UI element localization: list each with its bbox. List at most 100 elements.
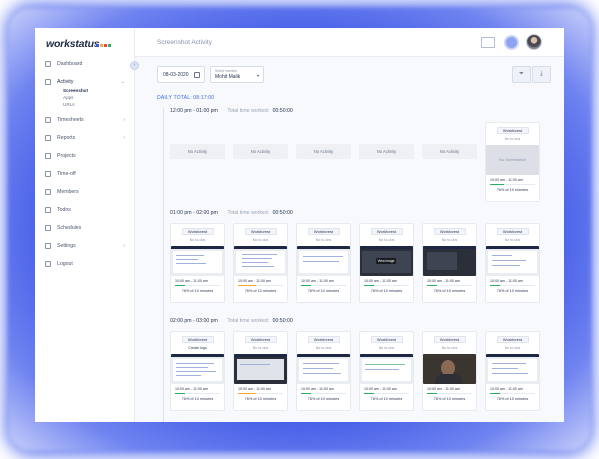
screenshot-thumbnail[interactable] xyxy=(360,354,413,384)
daily-total: DAILY TOTAL: 08:17:00 xyxy=(157,95,215,101)
no-activity-placeholder: No Activity xyxy=(233,144,288,159)
app-logo[interactable]: workstatus xyxy=(46,38,100,50)
screenshot-card[interactable]: Workforest No to-dos 10:00 am - 11:00 am… xyxy=(233,223,288,303)
sidebar-item-label: Logout xyxy=(57,261,73,267)
hour-block: 02:00 pm - 03:00 pm Total time worked: 0… xyxy=(163,318,562,422)
project-badge: Workforest xyxy=(370,228,403,235)
member-select[interactable]: Select member Mohit Malik ▾ xyxy=(210,66,264,83)
worked-value: 00:50:00 xyxy=(272,318,293,324)
screenshot-thumbnail[interactable] xyxy=(486,246,539,276)
screenshot-card[interactable]: Workforest No to-dos 10:00 am - 11:00 am… xyxy=(485,223,540,303)
activity-progress xyxy=(364,285,409,287)
screenshot-thumbnail[interactable] xyxy=(297,246,350,276)
sidebar-item-settings[interactable]: Settings › xyxy=(35,237,135,255)
sidebar-item-dashboard[interactable]: Dashboard xyxy=(35,55,135,73)
todo-text: No to-dos xyxy=(441,238,458,242)
worked-label: Total time worked: xyxy=(227,108,270,114)
todo-text: No to-dos xyxy=(189,238,206,242)
sidebar-item-label: Projects xyxy=(57,153,76,159)
hour-block-header: 02:00 pm - 03:00 pm Total time worked: 0… xyxy=(170,318,293,324)
worked-label: Total time worked: xyxy=(227,318,270,324)
project-badge: Workforest xyxy=(370,336,403,343)
screenshot-card[interactable]: Workforest Create logo 10:00 am - 11:00 … xyxy=(170,331,225,411)
chevron-down-icon: ⌄ xyxy=(120,79,125,85)
filter-icon: ⏷ xyxy=(519,71,524,77)
activity-progress xyxy=(427,285,472,287)
screenshot-thumbnail[interactable] xyxy=(486,354,539,384)
time-range: 10:00 am - 11:00 am xyxy=(490,387,523,391)
sidebar-item-label: Activity xyxy=(57,79,74,85)
sidebar-item-logout[interactable]: Logout xyxy=(35,255,135,273)
todo-text: Create logo xyxy=(188,346,207,350)
main-content: Screenshot Activity 08-03-2020 Select me… xyxy=(135,28,564,422)
screenshot-card[interactable]: Workforest No to-dos View image 10:00 am… xyxy=(359,223,414,303)
chevron-right-icon: › xyxy=(123,117,125,123)
card-row: Workforest Create logo 10:00 am - 11:00 … xyxy=(170,331,540,411)
sidebar-item-timesheets[interactable]: Timesheets › xyxy=(35,111,135,129)
screenshot-card[interactable]: Workforest No to-dos 10:00 am - 11:00 am… xyxy=(422,223,477,303)
screenshot-thumbnail[interactable] xyxy=(234,246,287,276)
sidebar-item-reports[interactable]: Reports › xyxy=(35,129,135,147)
time-range: 10:00 am - 11:00 am xyxy=(427,387,460,391)
sidebar-item-time-off[interactable]: Time-off xyxy=(35,165,135,183)
collapse-sidebar-button[interactable]: ‹ xyxy=(130,61,139,70)
screenshot-card[interactable]: Workforest No to-dos 10:00 am - 11:00 am… xyxy=(422,331,477,411)
timesheets-icon xyxy=(45,117,51,123)
top-bar: Screenshot Activity xyxy=(135,28,564,57)
project-badge: Workforest xyxy=(433,228,466,235)
screenshot-card[interactable]: Workforest No to-dos No Screenshot 10:00… xyxy=(485,122,540,202)
date-picker[interactable]: 08-03-2020 xyxy=(157,66,205,83)
activity-progress xyxy=(490,285,535,287)
todo-text: No to-dos xyxy=(504,346,521,350)
worked-value: 00:50:00 xyxy=(272,108,293,114)
screenshot-thumbnail[interactable] xyxy=(423,246,476,276)
no-activity-placeholder: No Activity xyxy=(296,144,351,159)
screenshot-thumbnail[interactable] xyxy=(423,354,476,384)
sidebar-item-label: Schedules xyxy=(57,225,82,231)
card-row: No Activity No Activity No Activity No A… xyxy=(170,122,540,202)
activity-percent: 76% of 10 minutes xyxy=(370,289,403,294)
export-button[interactable]: ⤓ xyxy=(532,66,551,83)
sidebar-subitem-apps[interactable]: Apps xyxy=(35,94,135,101)
screenshot-card[interactable]: Workforest No to-dos 10:00 am - 11:00 am… xyxy=(359,331,414,411)
screenshot-thumbnail[interactable] xyxy=(171,246,224,276)
sidebar-subitem-urls[interactable]: URLs xyxy=(35,101,135,108)
todo-text: No to-dos xyxy=(378,346,395,350)
reports-icon xyxy=(45,135,51,141)
activity-progress-fill xyxy=(175,393,185,395)
sidebar-item-todos[interactable]: Todos xyxy=(35,201,135,219)
filter-button[interactable]: ⏷ xyxy=(512,66,531,83)
sidebar-item-members[interactable]: Members xyxy=(35,183,135,201)
timer-button[interactable] xyxy=(504,35,519,50)
activity-progress-fill xyxy=(490,184,504,186)
screenshot-thumbnail[interactable] xyxy=(234,354,287,384)
view-image-button[interactable]: View image xyxy=(376,258,396,264)
no-activity-placeholder: No Activity xyxy=(422,144,477,159)
screenshot-card[interactable]: Workforest No to-dos 10:00 am - 11:00 am… xyxy=(233,331,288,411)
time-range: 10:00 am - 11:00 am xyxy=(175,387,208,391)
member-select-label: Select member xyxy=(215,69,238,73)
no-activity-slot: No Activity xyxy=(359,122,414,202)
time-range: 10:00 am - 11:00 am xyxy=(238,387,271,391)
org-chart-icon[interactable] xyxy=(481,37,495,48)
time-range: 10:00 am - 11:00 am xyxy=(301,387,334,391)
members-icon xyxy=(45,189,51,195)
sidebar-item-schedules[interactable]: Schedules xyxy=(35,219,135,237)
activity-percent: 76% of 10 minutes xyxy=(496,289,529,294)
sidebar-item-activity[interactable]: Activity ⌄ xyxy=(35,73,135,91)
avatar[interactable] xyxy=(526,34,542,50)
activity-percent: 76% of 10 minutes xyxy=(433,289,466,294)
screenshot-thumbnail[interactable]: View image xyxy=(360,246,413,276)
time-off-icon xyxy=(45,171,51,177)
time-range: 10:00 am - 11:00 am xyxy=(175,279,208,283)
screenshot-thumbnail[interactable] xyxy=(297,354,350,384)
hour-range: 12:00 pm - 01:00 pm xyxy=(170,108,218,114)
screenshot-card[interactable]: Workforest No to-dos 10:00 am - 11:00 am… xyxy=(170,223,225,303)
screenshot-card[interactable]: Workforest No to-dos 10:00 am - 11:00 am… xyxy=(485,331,540,411)
sidebar-item-projects[interactable]: Projects xyxy=(35,147,135,165)
screenshot-card[interactable]: Workforest No to-dos 10:00 am - 11:00 am… xyxy=(296,331,351,411)
todo-text: No to-dos xyxy=(315,238,332,242)
project-badge: Workforest xyxy=(496,336,529,343)
screenshot-card[interactable]: Workforest No to-dos 10:00 am - 11:00 am… xyxy=(296,223,351,303)
screenshot-thumbnail[interactable] xyxy=(171,354,224,384)
